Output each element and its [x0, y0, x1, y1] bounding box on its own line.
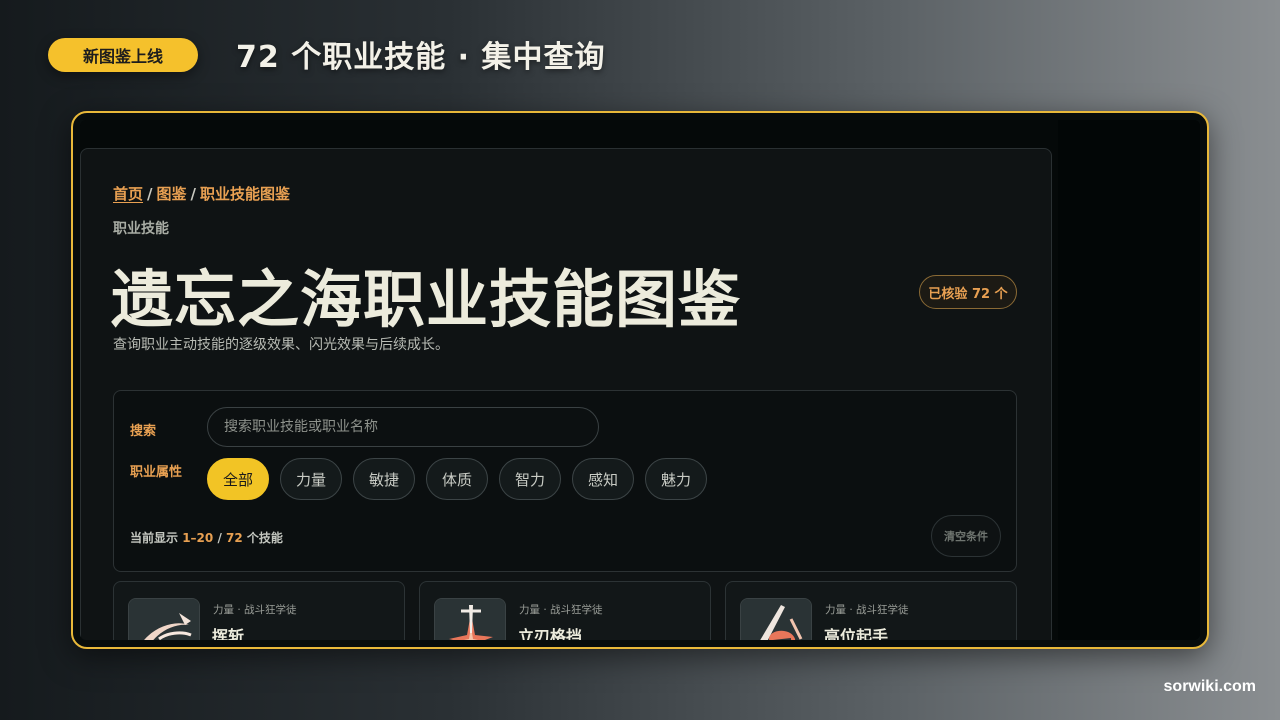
breadcrumb-separator: / — [190, 185, 196, 203]
skill-card[interactable]: 力量 · 战斗狂学徒 立刃格挡 — [419, 581, 711, 640]
breadcrumb-home-link[interactable]: 首页 — [113, 185, 143, 203]
breadcrumb: 首页 / 图鉴 / 职业技能图鉴 — [113, 183, 290, 204]
card-title: 立刃格挡 — [518, 627, 583, 640]
chip-charisma[interactable]: 魅力 — [645, 458, 707, 500]
card-meta: 力量 · 战斗狂学徒 — [825, 604, 909, 616]
skill-card[interactable]: 力量 · 战斗狂学徒 高位起手 — [725, 581, 1017, 640]
slash-swirl-icon — [128, 598, 200, 640]
card-meta: 力量 · 战斗狂学徒 — [213, 604, 297, 616]
result-suffix: 个技能 — [246, 531, 283, 545]
card-title: 挥斩 — [212, 627, 245, 640]
breadcrumb-encyclopedia-link[interactable]: 图鉴 — [157, 185, 187, 203]
card-title: 高位起手 — [824, 627, 889, 640]
result-count: 当前显示 1–20 / 72 个技能 — [130, 529, 283, 546]
empty-side-area — [1058, 120, 1200, 640]
result-separator: / — [217, 531, 222, 545]
chip-wisdom[interactable]: 感知 — [572, 458, 634, 500]
breadcrumb-current: 职业技能图鉴 — [200, 185, 291, 203]
search-input[interactable] — [207, 407, 599, 447]
main-panel: 首页 / 图鉴 / 职业技能图鉴 职业技能 遗忘之海职业技能图鉴 已核验 72 个 查询… — [80, 148, 1052, 640]
page-eyebrow: 职业技能 — [113, 221, 169, 237]
chip-all[interactable]: 全部 — [207, 458, 269, 500]
result-range: 1–20 — [182, 531, 214, 545]
result-prefix: 当前显示 — [130, 531, 179, 545]
clear-filters-button[interactable]: 清空条件 — [931, 515, 1001, 557]
chip-dexterity[interactable]: 敏捷 — [353, 458, 415, 500]
result-total: 72 — [226, 531, 243, 545]
attribute-filter-label: 职业属性 — [130, 465, 183, 480]
attribute-chip-group: 全部 力量 敏捷 体质 智力 感知 魅力 — [207, 458, 707, 500]
page-description: 查询职业主动技能的逐级效果、闪光效果与后续成长。 — [113, 337, 449, 353]
promo-badge: 新图鉴上线 — [48, 38, 198, 72]
promo-title: 72 个职业技能 · 集中查询 — [236, 40, 606, 75]
site-watermark: sorwiki.com — [1163, 678, 1256, 695]
chip-constitution[interactable]: 体质 — [426, 458, 488, 500]
card-meta: 力量 · 战斗狂学徒 — [519, 604, 603, 616]
chip-strength[interactable]: 力量 — [280, 458, 342, 500]
filter-panel: 搜索 职业属性 全部 力量 敏捷 体质 智力 感知 魅力 当前显示 1–20 /… — [113, 390, 1017, 572]
skill-card[interactable]: 力量 · 战斗狂学徒 挥斩 — [113, 581, 405, 640]
breadcrumb-separator: / — [147, 185, 153, 203]
chip-intelligence[interactable]: 智力 — [499, 458, 561, 500]
screenshot-frame: 首页 / 图鉴 / 职业技能图鉴 职业技能 遗忘之海职业技能图鉴 已核验 72 个 查询… — [71, 111, 1209, 649]
verified-count-badge: 已核验 72 个 — [919, 275, 1017, 309]
search-label: 搜索 — [130, 424, 157, 439]
page-title: 遗忘之海职业技能图鉴 — [111, 263, 742, 336]
raised-fist-icon — [740, 598, 812, 640]
browser-viewport: 首页 / 图鉴 / 职业技能图鉴 职业技能 遗忘之海职业技能图鉴 已核验 72 个 查询… — [80, 120, 1200, 640]
blade-parry-icon — [434, 598, 506, 640]
